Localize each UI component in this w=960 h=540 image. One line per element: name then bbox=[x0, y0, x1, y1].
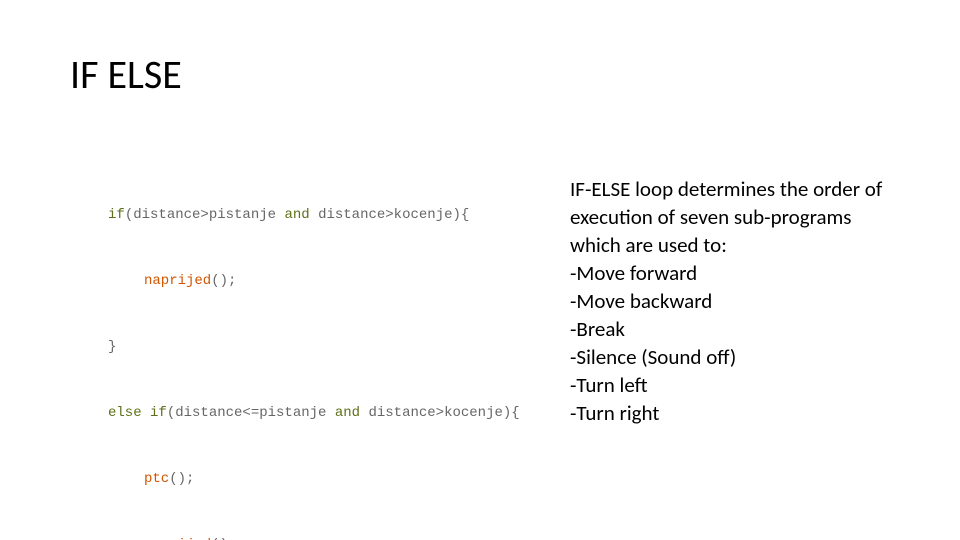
code-keyword: if bbox=[108, 207, 125, 223]
code-text: distance>kocenje){ bbox=[360, 405, 520, 421]
code-line: ptc(); bbox=[72, 468, 542, 490]
code-line: naprijed(); bbox=[72, 534, 542, 540]
code-line: if(distance>pistanje and distance>kocenj… bbox=[72, 204, 542, 226]
code-line: naprijed(); bbox=[72, 270, 542, 292]
desc-bullet: -Move forward bbox=[570, 259, 900, 287]
code-block: if(distance>pistanje and distance>kocenj… bbox=[72, 160, 542, 540]
desc-paragraph: IF-ELSE loop determines the order of exe… bbox=[570, 175, 900, 259]
slide-title: IF ELSE bbox=[70, 50, 182, 99]
code-text: (); bbox=[169, 471, 194, 487]
code-keyword: and bbox=[284, 207, 309, 223]
code-text: (); bbox=[211, 273, 236, 289]
code-func: ptc bbox=[144, 471, 169, 487]
code-line: else if(distance<=pistanje and distance>… bbox=[72, 402, 542, 424]
code-text: (distance>pistanje bbox=[125, 207, 285, 223]
desc-bullet: -Move backward bbox=[570, 287, 900, 315]
desc-bullet: -Turn left bbox=[570, 371, 900, 399]
code-text: distance>kocenje){ bbox=[310, 207, 470, 223]
code-keyword: else if bbox=[108, 405, 167, 421]
desc-bullet: -Turn right bbox=[570, 399, 900, 427]
slide: IF ELSE if(distance>pistanje and distanc… bbox=[0, 0, 960, 540]
code-keyword: and bbox=[335, 405, 360, 421]
code-line: } bbox=[72, 336, 542, 358]
desc-bullet: -Break bbox=[570, 315, 900, 343]
desc-bullet: -Silence (Sound off) bbox=[570, 343, 900, 371]
code-text: (distance<=pistanje bbox=[167, 405, 335, 421]
code-func: naprijed bbox=[144, 273, 211, 289]
description-block: IF-ELSE loop determines the order of exe… bbox=[570, 175, 900, 427]
